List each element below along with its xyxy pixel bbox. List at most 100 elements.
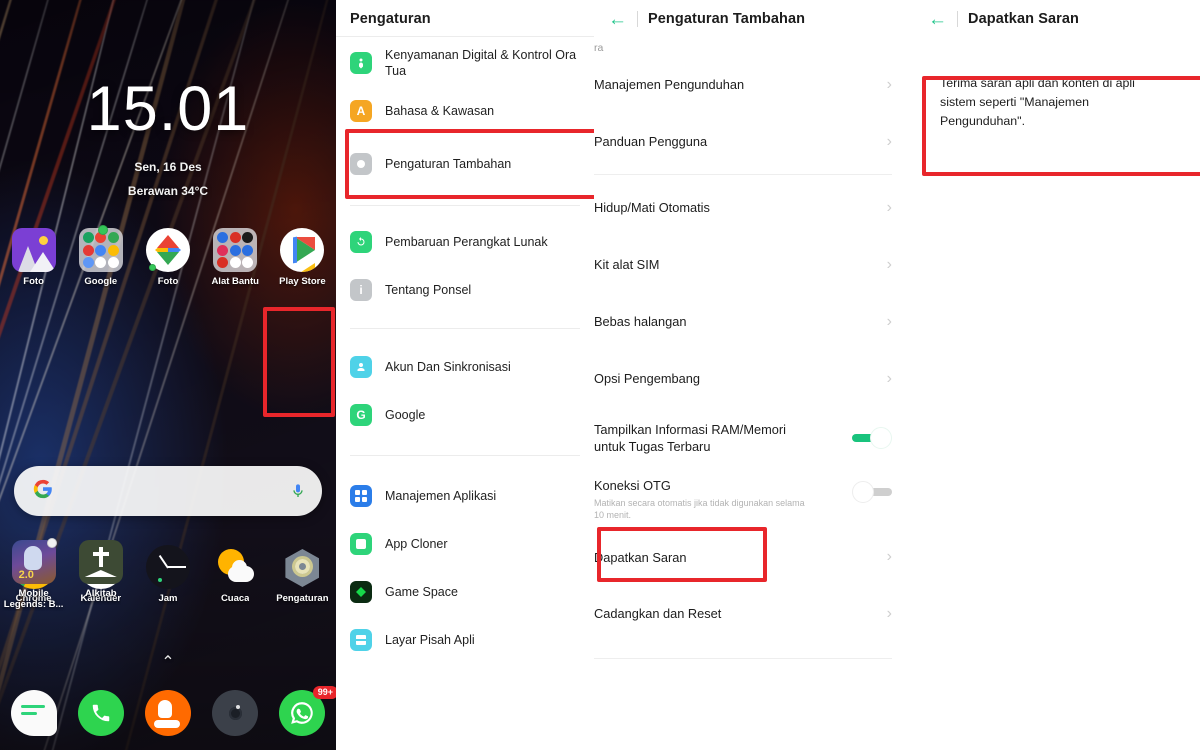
accounts-sync-icon bbox=[350, 356, 372, 378]
messages-icon bbox=[10, 690, 57, 736]
row-hidup-mati-otomatis[interactable]: Hidup/Mati Otomatis › bbox=[594, 179, 912, 236]
chevron-right-icon: › bbox=[886, 548, 892, 566]
about-phone-icon: i bbox=[350, 279, 372, 301]
row-kit-alat-sim[interactable]: Kit alat SIM › bbox=[594, 236, 912, 293]
dock-messages[interactable] bbox=[0, 690, 67, 736]
notification-dot bbox=[47, 538, 58, 548]
app-mobile-legends[interactable]: 2.0 Mobile Legends: B... bbox=[0, 538, 67, 611]
sidebar-item-kenyamanan-digital[interactable]: Kenyamanan Digital & Kontrol Ora Tua bbox=[336, 39, 594, 87]
additional-settings-icon bbox=[350, 153, 372, 175]
whatsapp-badge: 99+ bbox=[312, 686, 336, 700]
settings-panel: Pengaturan Kenyamanan Digital & Kontrol … bbox=[336, 0, 594, 750]
app-google-photos[interactable]: Foto bbox=[134, 228, 201, 288]
app-badge-text: 2.0 bbox=[18, 569, 34, 581]
header-divider bbox=[957, 11, 958, 27]
chevron-up-icon[interactable]: ⌃ bbox=[0, 652, 336, 672]
row-opsi-pengembang[interactable]: Opsi Pengembang › bbox=[594, 350, 912, 407]
app-play-store[interactable]: Play Store bbox=[269, 228, 336, 288]
row-dapatkan-saran[interactable]: Dapatkan Saran › bbox=[594, 527, 912, 585]
home-app-row-3: 2.0 Mobile Legends: B... Alkitab bbox=[0, 538, 336, 611]
row-label: Opsi Pengembang bbox=[594, 370, 700, 386]
sidebar-item-pembaruan-perangkat-lunak[interactable]: Pembaruan Perangkat Lunak bbox=[336, 218, 594, 266]
dock-uc-browser[interactable] bbox=[134, 690, 201, 736]
sidebar-item-app-cloner[interactable]: App Cloner bbox=[336, 520, 594, 568]
home-clock: 15.01 bbox=[86, 74, 250, 144]
divider bbox=[594, 658, 892, 660]
row-label: Dapatkan Saran bbox=[594, 549, 687, 565]
row-manajemen-pengunduhan[interactable]: Manajemen Pengunduhan › bbox=[594, 56, 912, 113]
sidebar-item-label: Tentang Ponsel bbox=[385, 283, 472, 297]
suggestions-description: Terima saran apli dan konten di apli sis… bbox=[940, 76, 1135, 129]
back-arrow-icon[interactable]: ← bbox=[928, 10, 947, 29]
row-sublabel: Matikan secara otomatis jika tidak digun… bbox=[594, 498, 805, 521]
row-label: Tampilkan Informasi RAM/Memori untuk Tug… bbox=[594, 421, 786, 454]
chevron-right-icon: › bbox=[886, 604, 892, 622]
sidebar-item-google[interactable]: G Google bbox=[336, 391, 594, 439]
row-label: Kit alat SIM bbox=[594, 256, 660, 272]
app-google-folder[interactable]: Google bbox=[67, 225, 134, 288]
app-label: Foto bbox=[157, 277, 179, 287]
photos-purple-icon bbox=[11, 228, 56, 272]
sidebar-item-label: Game Space bbox=[385, 585, 458, 599]
chevron-right-icon: › bbox=[886, 198, 892, 216]
app-foto-purple[interactable]: Foto bbox=[0, 228, 67, 288]
section-label: ra bbox=[594, 42, 604, 54]
sidebar-item-pengaturan-tambahan[interactable]: Pengaturan Tambahan bbox=[336, 129, 594, 199]
app-label: Mobile Legends: B... bbox=[3, 589, 64, 610]
row-label: Cadangkan dan Reset bbox=[594, 606, 722, 622]
otg-toggle[interactable] bbox=[852, 481, 892, 503]
sidebar-item-akun-sinkronisasi[interactable]: Akun Dan Sinkronisasi bbox=[336, 343, 594, 391]
additional-settings-panel: ← Pengaturan Tambahan ra Manajemen Pengu… bbox=[594, 0, 912, 750]
software-update-icon bbox=[350, 231, 372, 253]
row-panduan-pengguna[interactable]: Panduan Pengguna › bbox=[594, 113, 912, 170]
dock-whatsapp[interactable]: 99+ bbox=[269, 686, 336, 736]
sidebar-item-bahasa-kawasan[interactable]: A Bahasa & Kawasan bbox=[336, 87, 594, 135]
page-title: Pengaturan Tambahan bbox=[648, 11, 806, 27]
sidebar-item-label: Pengaturan Tambahan bbox=[385, 157, 512, 171]
row-bebas-halangan[interactable]: Bebas halangan › bbox=[594, 293, 912, 350]
dock-phone[interactable] bbox=[67, 690, 134, 736]
divider bbox=[594, 174, 892, 175]
toggle-knob bbox=[852, 481, 874, 503]
google-g-icon bbox=[32, 478, 54, 504]
row-label: Bebas halangan bbox=[594, 313, 687, 329]
chevron-right-icon: › bbox=[886, 312, 892, 330]
camera-icon bbox=[212, 690, 259, 736]
dock-camera[interactable] bbox=[202, 690, 269, 736]
sidebar-item-label: Manajemen Aplikasi bbox=[385, 489, 497, 503]
header-divider bbox=[637, 11, 638, 27]
google-icon: G bbox=[350, 404, 372, 426]
bible-icon bbox=[78, 540, 123, 584]
page-title: Dapatkan Saran bbox=[968, 11, 1079, 27]
row-label: Manajemen Pengunduhan bbox=[594, 76, 745, 92]
ram-info-toggle[interactable] bbox=[852, 427, 892, 449]
app-alat-bantu-folder[interactable]: Alat Bantu bbox=[202, 228, 269, 288]
home-app-row-1: Foto Google Foto Alat Bantu Play Store bbox=[0, 225, 336, 288]
google-search-bar[interactable] bbox=[14, 466, 322, 516]
digital-wellbeing-icon bbox=[350, 52, 372, 74]
app-alkitab[interactable]: Alkitab bbox=[67, 540, 134, 611]
home-weather: Berawan 34°C bbox=[127, 184, 209, 198]
app-management-icon bbox=[350, 485, 372, 507]
back-arrow-icon[interactable]: ← bbox=[608, 10, 627, 29]
row-koneksi-otg[interactable]: Koneksi OTG Matikan secara otomatis jika… bbox=[594, 469, 912, 529]
home-date: Sen, 16 Des bbox=[134, 160, 202, 174]
chevron-right-icon: › bbox=[886, 75, 892, 93]
language-icon: A bbox=[350, 100, 372, 122]
home-screen: 15.01 Sen, 16 Des Berawan 34°C Foto Goog… bbox=[0, 0, 336, 750]
screenshot-root: 15.01 Sen, 16 Des Berawan 34°C Foto Goog… bbox=[0, 0, 1200, 750]
sidebar-item-tentang-ponsel[interactable]: i Tentang Ponsel bbox=[336, 266, 594, 314]
sidebar-item-manajemen-aplikasi[interactable]: Manajemen Aplikasi bbox=[336, 472, 594, 520]
row-cadangkan-dan-reset[interactable]: Cadangkan dan Reset › bbox=[594, 585, 912, 642]
app-label: Alat Bantu bbox=[211, 277, 259, 287]
app-label: Alkitab bbox=[84, 589, 117, 599]
sidebar-item-layar-pisah-apli[interactable]: Layar Pisah Apli bbox=[336, 616, 594, 664]
sidebar-item-game-space[interactable]: Game Space bbox=[336, 568, 594, 616]
play-store-icon bbox=[280, 228, 325, 272]
row-tampilkan-informasi-ram[interactable]: Tampilkan Informasi RAM/Memori untuk Tug… bbox=[594, 407, 912, 469]
sidebar-item-label: Layar Pisah Apli bbox=[385, 633, 475, 647]
phone-icon bbox=[77, 690, 124, 736]
chevron-right-icon: › bbox=[886, 132, 892, 150]
microphone-icon[interactable] bbox=[290, 480, 304, 502]
page-title: Pengaturan bbox=[350, 11, 431, 27]
